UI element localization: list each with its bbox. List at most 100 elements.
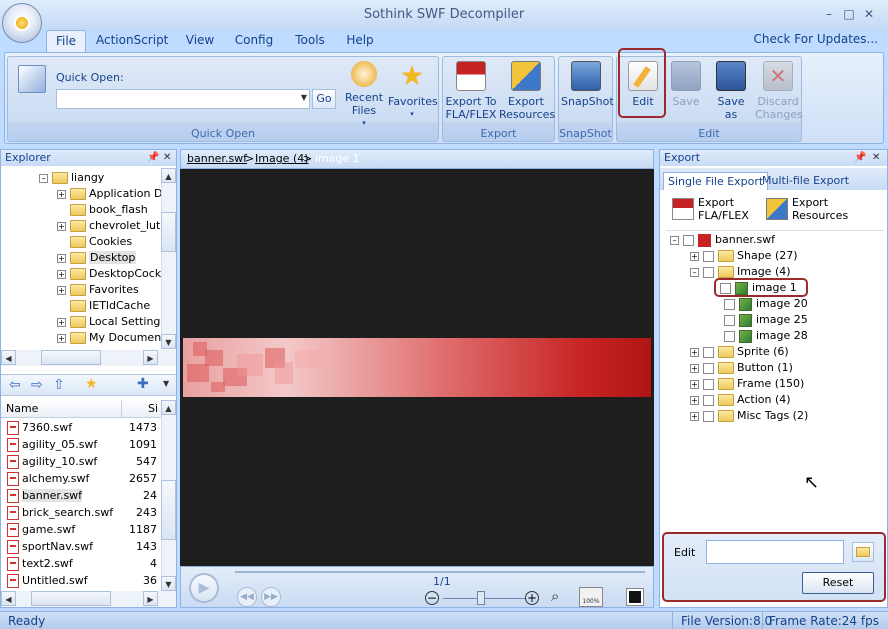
list-item-selected[interactable]: banner.swf 24	[1, 487, 161, 504]
export-fla-button[interactable]: Export To FLA/FLEX	[445, 61, 497, 121]
file-list-hscrollbar[interactable]: ◀ ▶	[1, 591, 176, 607]
add-icon[interactable]: ✚	[137, 376, 149, 392]
scroll-right-icon[interactable]: ▶	[143, 350, 158, 365]
tree-node[interactable]: + Favorites	[57, 282, 139, 298]
zoom-in-icon[interactable]: +	[525, 591, 539, 605]
collapse-icon[interactable]: –	[39, 173, 48, 183]
forward-arrow-icon[interactable]: ⇨	[31, 377, 43, 393]
save-button[interactable]: Save	[669, 61, 703, 108]
maximize-icon[interactable]: □	[841, 6, 857, 22]
list-item[interactable]: agility_05.swf 1091	[1, 436, 161, 453]
tree-node[interactable]: + Frame (150)	[690, 376, 804, 392]
expand-icon[interactable]: +	[57, 285, 66, 295]
tree-node[interactable]: + My Documen	[57, 330, 161, 346]
tree-node[interactable]: + Action (4)	[690, 392, 791, 408]
background-color-icon[interactable]	[626, 588, 644, 606]
expand-icon[interactable]: +	[690, 363, 699, 373]
edit-path-input[interactable]	[706, 540, 844, 564]
scroll-down-icon[interactable]: ▼	[161, 576, 176, 591]
checkbox[interactable]	[724, 330, 735, 342]
expand-icon[interactable]: +	[57, 189, 66, 199]
expand-icon[interactable]: +	[57, 253, 66, 263]
tab-multi-file-export[interactable]: Multi-file Export	[758, 172, 853, 190]
tab-single-file-export[interactable]: Single File Export	[663, 172, 769, 190]
tab-help[interactable]: Help	[342, 30, 378, 52]
tree-node[interactable]: + Local Settings	[57, 314, 162, 330]
save-as-button[interactable]: Save as	[711, 61, 751, 121]
export-resources-button[interactable]: Export Resources	[499, 61, 555, 121]
tab-file[interactable]: File	[46, 30, 86, 52]
checkbox[interactable]	[720, 282, 731, 294]
file-list-scrollbar[interactable]: ▲ ▼	[161, 400, 176, 592]
breadcrumb-swf[interactable]: banner.swf	[187, 152, 247, 165]
tab-view[interactable]: View	[180, 30, 220, 52]
snapshot-button[interactable]: SnapShot	[561, 61, 614, 108]
discard-changes-button[interactable]: ✕ Discard Changes	[755, 61, 803, 121]
export-fla-button[interactable]: Export FLA/FLEX	[668, 196, 768, 224]
expand-icon[interactable]: +	[690, 379, 699, 389]
expand-icon[interactable]: +	[57, 333, 66, 343]
tree-node[interactable]: IETldCache	[70, 298, 150, 314]
tree-scrollbar[interactable]: ▲ ▼	[161, 168, 176, 349]
column-size[interactable]: Si	[121, 400, 158, 418]
list-item[interactable]: Untitled.swf 36	[1, 572, 161, 589]
scroll-down-icon[interactable]: ▼	[161, 334, 176, 349]
list-item[interactable]: brick_search.swf 243	[1, 504, 161, 521]
list-item[interactable]: game.swf 1187	[1, 521, 161, 538]
expand-icon[interactable]: +	[690, 411, 699, 421]
fast-forward-icon[interactable]: ▶▶	[261, 587, 281, 607]
hscroll-thumb[interactable]	[31, 591, 111, 606]
tab-config[interactable]: Config	[232, 30, 276, 52]
quick-open-input[interactable]: ▼	[56, 89, 310, 109]
tree-node[interactable]: + DesktopCockp	[57, 266, 162, 282]
tree-node[interactable]: image 28	[724, 328, 808, 344]
pin-icon[interactable]: 📌	[854, 150, 866, 166]
scroll-right-icon[interactable]: ▶	[143, 591, 158, 606]
checkbox[interactable]	[724, 298, 735, 310]
hscroll-thumb[interactable]	[41, 350, 101, 365]
checkbox[interactable]	[703, 346, 714, 358]
scroll-up-icon[interactable]: ▲	[161, 400, 176, 415]
collapse-icon[interactable]: –	[670, 235, 679, 245]
checkbox[interactable]	[703, 410, 714, 422]
expand-icon[interactable]: +	[690, 395, 699, 405]
timeline-track[interactable]	[235, 571, 645, 573]
panel-close-icon[interactable]: ✕	[872, 150, 880, 166]
recent-files-button[interactable]: Recent Files ▾	[342, 61, 386, 130]
expand-icon[interactable]: +	[690, 347, 699, 357]
checkbox[interactable]	[703, 362, 714, 374]
scroll-thumb[interactable]	[161, 212, 176, 252]
checkbox[interactable]	[703, 394, 714, 406]
favorite-star-icon[interactable]: ★	[85, 376, 98, 392]
expand-icon[interactable]: +	[57, 269, 66, 279]
zoom-slider-thumb[interactable]	[477, 591, 485, 605]
pin-icon[interactable]: 📌	[147, 150, 159, 166]
scroll-left-icon[interactable]: ◀	[1, 591, 16, 606]
breadcrumb-image-group[interactable]: Image (4)	[255, 152, 309, 165]
rewind-icon[interactable]: ◀◀	[237, 587, 257, 607]
play-icon[interactable]: ▶	[189, 573, 219, 603]
go-button[interactable]: Go	[312, 89, 336, 109]
browse-folder-icon[interactable]	[852, 542, 874, 562]
tree-hscrollbar[interactable]: ◀ ▶	[1, 350, 176, 366]
collapse-icon[interactable]: –	[690, 267, 699, 277]
list-item[interactable]: text2.swf 4	[1, 555, 161, 572]
tree-node-liangy[interactable]: – liangy	[39, 170, 104, 186]
up-folder-icon[interactable]: ⇧	[53, 377, 65, 393]
actual-size-icon[interactable]: 100%	[579, 587, 603, 607]
expand-icon[interactable]: +	[57, 221, 66, 231]
tree-node[interactable]: + Misc Tags (2)	[690, 408, 808, 424]
tree-node[interactable]: + chevrolet_lut	[57, 218, 160, 234]
tab-actionscript[interactable]: ActionScript	[96, 30, 168, 52]
tab-tools[interactable]: Tools	[290, 30, 330, 52]
scroll-thumb[interactable]	[161, 480, 176, 540]
tree-node-desktop[interactable]: + Desktop	[57, 250, 137, 266]
zoom-out-icon[interactable]: −	[425, 591, 439, 605]
checkbox[interactable]	[703, 378, 714, 390]
check-updates-link[interactable]: Check For Updates...	[754, 32, 878, 46]
expand-icon[interactable]: +	[690, 251, 699, 261]
checkbox[interactable]	[703, 250, 714, 262]
export-resources-button[interactable]: Export Resources	[764, 196, 874, 224]
tree-node-root[interactable]: – banner.swf	[670, 232, 775, 248]
tree-node[interactable]: image 20	[724, 296, 808, 312]
